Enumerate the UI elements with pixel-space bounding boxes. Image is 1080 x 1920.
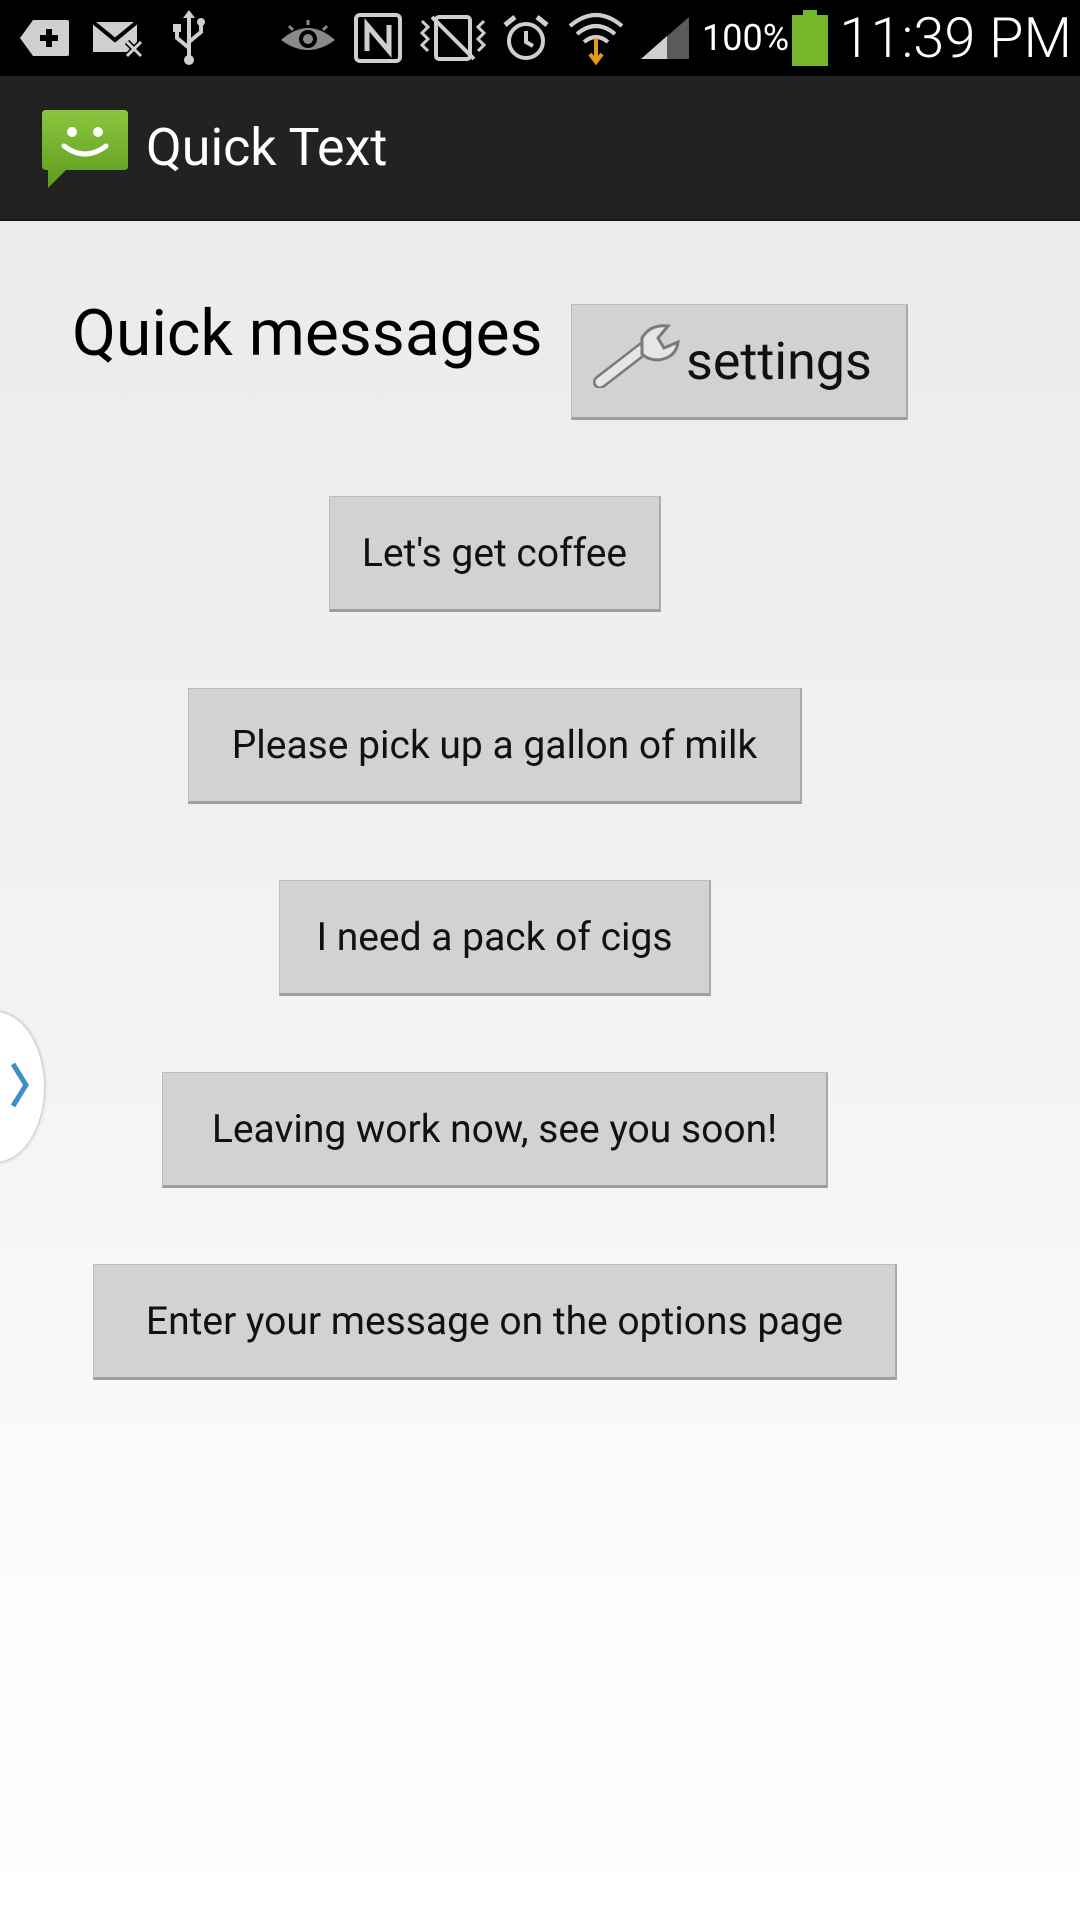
- app-title: Quick Text: [146, 117, 388, 178]
- page-heading: Quick messages: [72, 296, 543, 371]
- message-button-coffee[interactable]: Let's get coffee: [329, 496, 661, 612]
- settings-label: settings: [686, 330, 872, 392]
- message-button-cigs[interactable]: I need a pack of cigs: [279, 880, 711, 996]
- add-notification-icon: [18, 0, 72, 76]
- message-button-milk[interactable]: Please pick up a gallon of milk: [188, 688, 802, 804]
- message-button-leaving-work[interactable]: Leaving work now, see you soon!: [162, 1072, 828, 1188]
- status-bar: 100% 11:39 PM: [0, 0, 1080, 76]
- vibrate-mute-icon: [416, 0, 490, 76]
- nfc-icon: [352, 0, 404, 76]
- alarm-icon: [500, 0, 552, 76]
- smiley-message-icon[interactable]: [42, 110, 128, 192]
- smart-stay-eye-icon: [278, 0, 338, 76]
- usb-icon: [166, 0, 212, 76]
- action-bar: Quick Text: [0, 76, 1080, 221]
- battery-icon: [790, 0, 830, 76]
- wifi-icon: [568, 0, 624, 76]
- settings-button[interactable]: settings: [571, 304, 908, 420]
- message-button-enter-message[interactable]: Enter your message on the options page: [93, 1264, 897, 1380]
- chevron-right-icon: [10, 1061, 44, 1113]
- side-panel-handle[interactable]: [0, 1012, 44, 1162]
- cell-signal-icon: [636, 0, 694, 76]
- wrench-icon: [592, 322, 686, 401]
- missed-email-icon: [90, 0, 146, 76]
- battery-percentage: 100%: [702, 17, 790, 59]
- clock: 11:39 PM: [839, 5, 1072, 71]
